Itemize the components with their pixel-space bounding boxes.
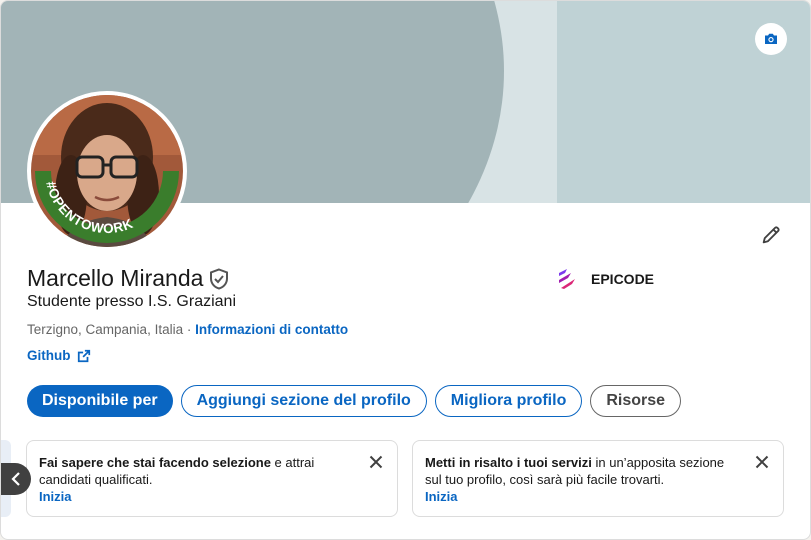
resources-button[interactable]: Risorse <box>590 385 682 417</box>
edit-banner-button[interactable] <box>755 23 787 55</box>
external-link-icon <box>77 349 90 362</box>
add-profile-section-button[interactable]: Aggiungi sezione del profilo <box>180 385 427 417</box>
close-icon[interactable] <box>367 453 385 471</box>
profile-photo[interactable]: #OPENTOWORK <box>27 91 187 251</box>
camera-icon <box>765 33 777 44</box>
improve-profile-button[interactable]: Migliora profilo <box>434 385 583 417</box>
profile-location: Terzigno, Campania, Italia <box>27 322 184 337</box>
profile-actions: Disponibile per Aggiungi sezione del pro… <box>27 385 689 417</box>
suggestion-start-link[interactable]: Inizia <box>39 488 357 505</box>
avatar-portrait: #OPENTOWORK <box>31 95 183 247</box>
profile-card: #OPENTOWORK Marcello Miranda Studente pr… <box>0 0 811 540</box>
epicode-logo <box>559 269 575 289</box>
suggestion-card-services: Metti in risalto i tuoi servizi in un’ap… <box>412 440 784 517</box>
edit-intro-button[interactable] <box>755 219 787 251</box>
suggestion-start-link[interactable]: Inizia <box>425 488 743 505</box>
location-separator: · <box>183 322 196 337</box>
close-icon[interactable] <box>753 453 771 471</box>
suggestion-title: Metti in risalto i tuoi servizi <box>425 455 592 470</box>
name-row: Marcello Miranda <box>27 265 229 292</box>
verified-shield-icon[interactable] <box>209 267 229 290</box>
pencil-icon <box>762 226 780 244</box>
github-link-label: Github <box>27 348 71 363</box>
current-company[interactable]: EPICODE <box>556 267 654 291</box>
location-row: Terzigno, Campania, Italia · Informazion… <box>27 322 348 337</box>
open-to-button[interactable]: Disponibile per <box>27 385 173 417</box>
github-link[interactable]: Github <box>27 348 91 363</box>
suggestion-title: Fai sapere che stai facendo selezione <box>39 455 271 470</box>
contact-info-link[interactable]: Informazioni di contatto <box>195 322 348 337</box>
suggestion-card-hiring: Fai sapere che stai facendo selezione e … <box>26 440 398 517</box>
profile-headline: Studente presso I.S. Graziani <box>27 293 236 310</box>
chevron-left-icon <box>11 472 20 486</box>
company-name: EPICODE <box>591 271 655 287</box>
profile-name: Marcello Miranda <box>27 265 204 291</box>
